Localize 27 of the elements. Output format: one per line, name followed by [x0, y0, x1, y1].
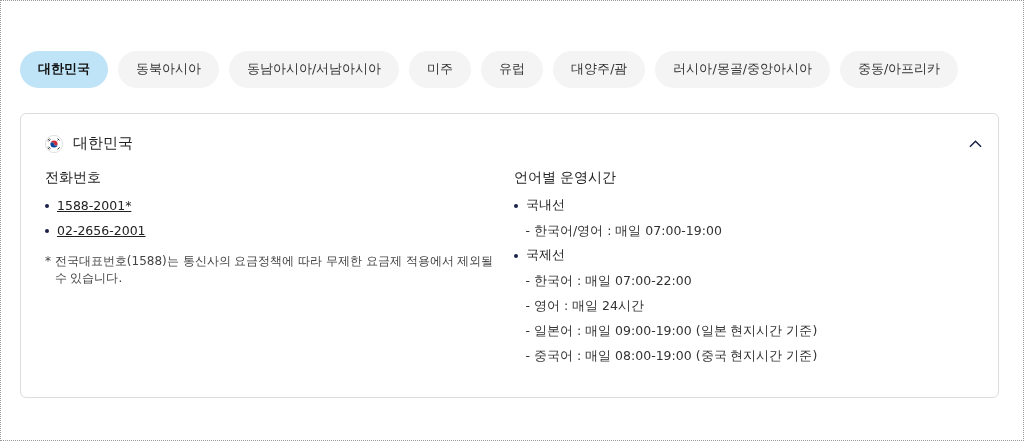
section-heading: 전화번호 [45, 169, 102, 187]
region-tab[interactable]: 동남아시아/서남아시아 [229, 51, 400, 88]
line-label: 국제선 [525, 247, 565, 264]
hours-text: - 일본어 : 매일 09:00-19:00 (일본 현지시간 기준) [524, 322, 819, 340]
footnote: * 전국대표번호(1588)는 통신사의 요금정책에 따라 무제한 요금제 적용에서 제외될 수 있습니다. [45, 253, 495, 288]
region-tab[interactable]: 중동/아프리카 [839, 51, 959, 88]
bullet-icon [513, 253, 518, 258]
panel-title: 대한민국 [73, 134, 133, 153]
phone-link[interactable]: 02-2656-2001 [57, 223, 146, 238]
section-heading: 언어별 운영시간 [513, 169, 617, 187]
hours-text: - 한국어 : 매일 07:00-22:00 [524, 272, 693, 290]
region-tab[interactable]: 대한민국 [20, 51, 108, 88]
bullet-icon [45, 228, 49, 233]
flag-icon [45, 134, 63, 153]
region-tab[interactable]: 미주 [409, 51, 472, 88]
region-tab[interactable]: 동북아시아 [118, 51, 219, 88]
line-label: 국내선 [525, 197, 565, 214]
region-tab[interactable]: 러시아/몽골/중앙아시아 [655, 51, 830, 88]
region-tab[interactable]: 대양주/괌 [553, 51, 646, 88]
phone-link[interactable]: 1588-2001* [57, 198, 132, 213]
hours-text: - 한국어/영어 : 매일 07:00-19:00 [524, 222, 723, 240]
bullet-icon [45, 203, 49, 208]
hours-text: - 중국어 : 매일 08:00-19:00 (중국 현지시간 기준) [524, 347, 819, 365]
region-tab[interactable]: 유럽 [481, 51, 544, 88]
bullet-icon [513, 203, 518, 208]
collapse-icon[interactable] [969, 139, 982, 148]
hours-text: - 영어 : 매일 24시간 [524, 297, 646, 315]
